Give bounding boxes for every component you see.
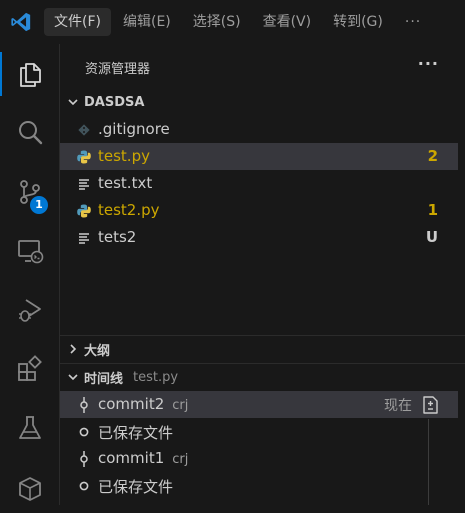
vscode-logo-icon [11,12,31,32]
folder-name: DASDSA [84,94,145,110]
problem-count-badge: 1 [427,201,438,219]
title-bar: 文件(F) 编辑(E) 选择(S) 查看(V) 转到(G) ··· [0,0,465,44]
chevron-right-icon [62,343,84,355]
menu-file[interactable]: 文件(F) [44,8,111,36]
python-file-icon [76,203,92,219]
source-control-badge: 1 [30,196,48,214]
timeline-time: 现在 [384,398,412,414]
file-item-gitignore[interactable]: .gitignore [60,116,458,143]
menu-bar: 文件(F) 编辑(E) 选择(S) 查看(V) 转到(G) ··· [44,8,433,36]
git-commit-icon [76,397,92,413]
file-name: test2.py [98,201,160,219]
timeline-label: commit2 crj [98,395,189,413]
files-icon [20,63,41,87]
file-item-test-py[interactable]: test.py 2 [60,143,458,170]
activity-remote-explorer[interactable] [0,225,60,277]
problem-count-badge: 2 [427,147,438,165]
menu-edit[interactable]: 编辑(E) [113,8,181,36]
timeline-item-commit2[interactable]: commit2 crj 现在 [60,391,458,418]
search-icon [19,121,43,145]
text-file-icon [76,230,92,246]
chevron-down-icon [62,371,84,383]
timeline-item-commit1[interactable]: commit1 crj [60,445,458,472]
python-file-icon [76,149,92,165]
file-name: test.py [98,147,150,165]
timeline-label: 已保存文件 [98,478,174,496]
timeline-item-saved[interactable]: 已保存文件 [60,418,458,445]
timeline-header[interactable]: 时间线 test.py [60,364,465,390]
package-icon [19,477,41,501]
sidebar: 资源管理器 ··· DASDSA .gitignore test.py 2 te… [60,44,465,505]
activity-containers[interactable] [0,461,60,513]
explorer-more-button[interactable]: ··· [418,54,439,73]
menu-view[interactable]: 查看(V) [253,8,322,36]
circle-icon [76,478,92,494]
menu-go[interactable]: 转到(G) [323,8,393,36]
open-changes-icon[interactable] [420,395,440,415]
activity-extensions[interactable] [0,343,60,395]
commit-author: crj [172,452,189,467]
file-item-test-txt[interactable]: test.txt [60,170,458,197]
activity-source-control[interactable]: 1 [0,166,60,218]
timeline-label: commit1 crj [98,449,189,467]
activity-bar: 1 [0,44,60,505]
activity-run-debug[interactable] [0,284,60,336]
menu-more-button[interactable]: ··· [395,8,431,36]
outline-header[interactable]: 大纲 [60,336,465,362]
explorer-title: 资源管理器 [85,62,151,77]
outline-title: 大纲 [84,343,111,359]
circle-icon [76,424,92,440]
extensions-icon [18,355,42,381]
file-item-test2-py[interactable]: test2.py 1 [60,197,458,224]
file-item-tets2[interactable]: tets2 U [60,224,458,251]
file-name: test.txt [98,174,153,192]
menu-selection[interactable]: 选择(S) [183,8,251,36]
timeline-file: test.py [133,369,179,385]
file-name: tets2 [98,228,137,246]
timeline-label: 已保存文件 [98,424,174,442]
timeline-item-saved[interactable]: 已保存文件 [60,472,458,499]
timeline-title: 时间线 [84,371,124,387]
file-name: .gitignore [98,120,170,138]
activity-testing[interactable] [0,402,60,454]
folder-header[interactable]: DASDSA [60,89,465,115]
chevron-down-icon [62,96,84,108]
git-file-icon [76,122,92,138]
beaker-icon [19,416,41,439]
run-debug-icon [19,299,41,322]
activity-explorer[interactable] [0,48,60,100]
activity-search[interactable] [0,107,60,159]
untracked-badge: U [425,228,438,246]
remote-explorer-icon [18,240,44,264]
commit-author: crj [172,398,189,413]
scrollbar[interactable] [428,419,429,505]
git-commit-icon [76,451,92,467]
text-file-icon [76,176,92,192]
